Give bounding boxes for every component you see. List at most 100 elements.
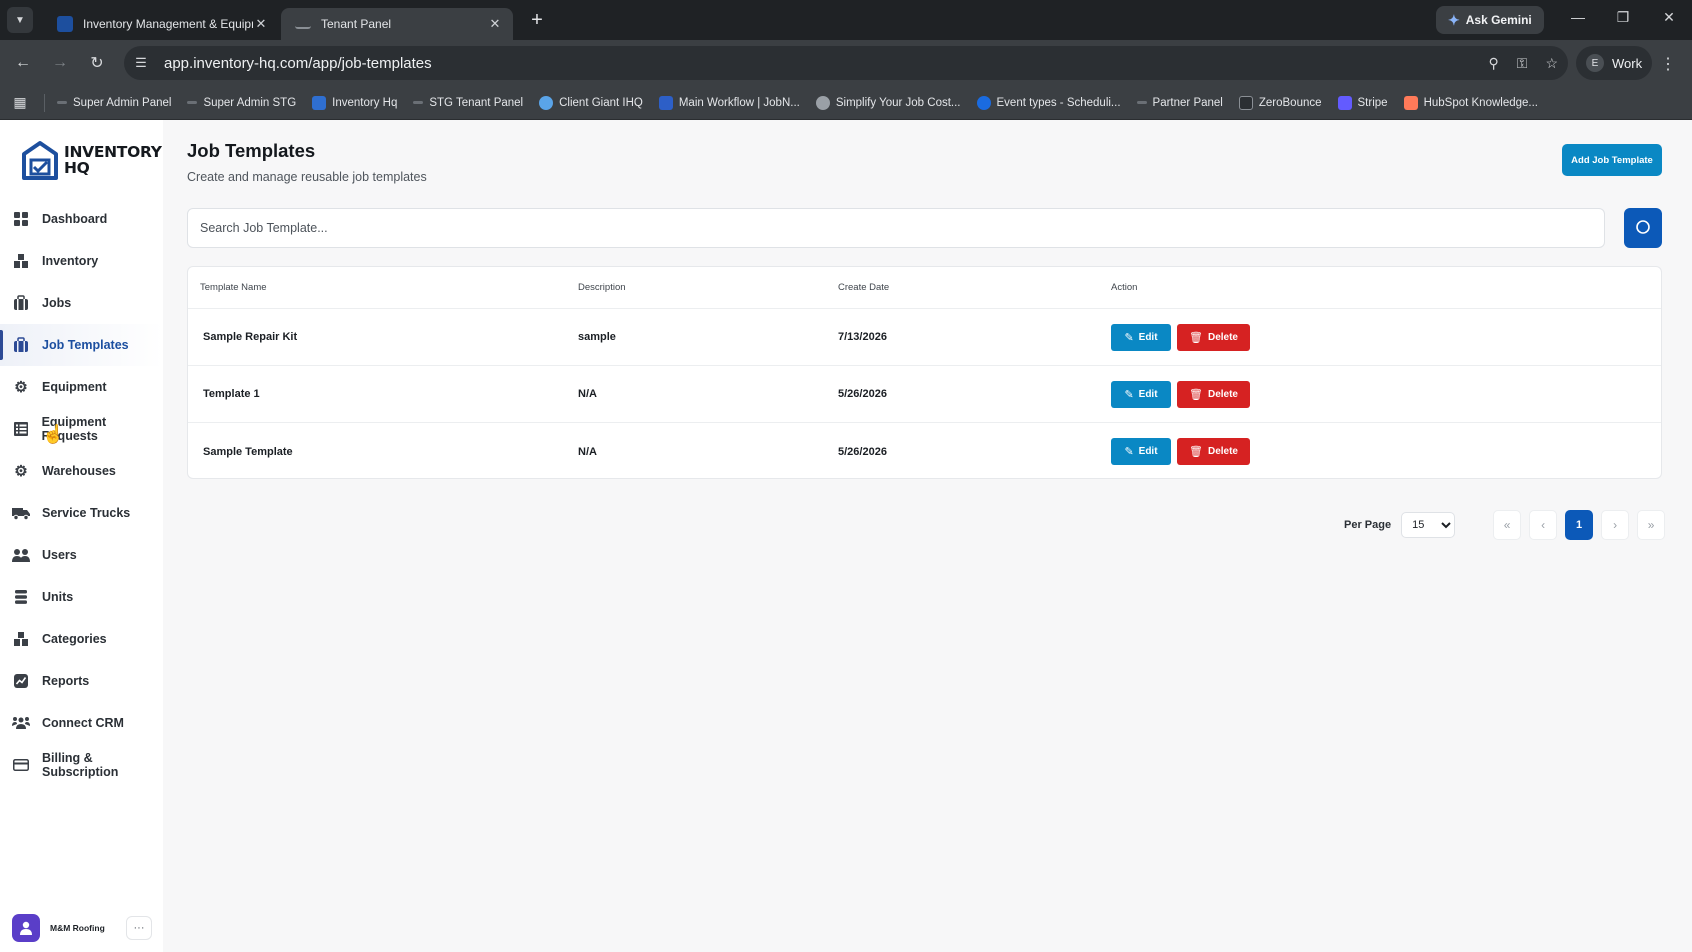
profile-button[interactable]: E Work: [1576, 46, 1653, 80]
bookmark-item[interactable]: Client Giant IHQ: [539, 95, 643, 110]
grid-icon: [12, 210, 30, 228]
edit-pencil-icon: ✎: [1124, 331, 1134, 344]
briefcase-icon: [12, 336, 30, 354]
users-icon: [12, 546, 30, 564]
restore-icon[interactable]: ❐: [1608, 9, 1638, 26]
zoom-icon[interactable]: ⚲: [1489, 55, 1499, 72]
user-menu-button[interactable]: ···: [126, 916, 152, 940]
column-header-create-date: Create Date: [838, 282, 890, 293]
bookmark-label: Inventory Hq: [332, 96, 398, 109]
user-account[interactable]: M&M Roofing ···: [12, 912, 152, 944]
bookmark-item[interactable]: Simplify Your Job Cost...: [815, 95, 961, 110]
bookmark-item[interactable]: ZeroBounce: [1238, 95, 1322, 110]
bookmark-star-icon[interactable]: ☆: [1545, 55, 1558, 72]
bookmark-item[interactable]: Main Workflow | JobN...: [658, 95, 800, 110]
back-arrow-icon[interactable]: ←: [9, 49, 37, 77]
template-name-cell: Sample Repair Kit: [203, 331, 298, 343]
ask-gemini-label: Ask Gemini: [1465, 13, 1532, 27]
browser-toolbar: ← → ↻ ☰ app.inventory-hq.com/app/job-tem…: [0, 40, 1692, 86]
sidebar-item-equipment[interactable]: ⚙ Equipment: [0, 366, 163, 408]
delete-label: Delete: [1207, 446, 1238, 457]
page-1-button[interactable]: 1: [1565, 510, 1594, 540]
sidebar-nav: Dashboard Inventory Jobs Job Templates ⚙…: [0, 198, 163, 786]
ask-gemini-button[interactable]: ✦ Ask Gemini: [1436, 6, 1544, 34]
bookmark-item[interactable]: Stripe: [1337, 95, 1388, 110]
edit-pencil-icon: ✎: [1124, 446, 1134, 458]
delete-button[interactable]: 🗑 Delete: [1177, 438, 1250, 465]
template-name-cell: Template 1: [203, 388, 260, 400]
edit-button[interactable]: ✎ Edit: [1111, 323, 1171, 351]
create-date-cell: 7/13/2026: [838, 331, 887, 343]
trash-icon: 🗑: [1189, 331, 1203, 344]
bookmark-item[interactable]: Partner Panel: [1136, 97, 1223, 109]
sidebar-item-dashboard[interactable]: Dashboard: [0, 198, 163, 240]
browser-tab-tenant-panel[interactable]: Tenant Panel ✕: [281, 8, 513, 40]
sidebar-item-units[interactable]: Units: [0, 576, 163, 618]
password-key-icon[interactable]: ⚿: [1517, 55, 1528, 72]
table-row: Sample Template N/A 5/26/2026 ✎ Edit 🗑 Del…: [188, 423, 1661, 478]
new-tab-plus-icon[interactable]: +: [525, 9, 549, 32]
user-avatar-icon: [12, 914, 40, 942]
address-bar[interactable]: ☰ app.inventory-hq.com/app/job-templates…: [124, 46, 1568, 80]
sidebar-item-jobs[interactable]: Jobs: [0, 282, 163, 324]
bookmark-label: Event types - Scheduli...: [996, 96, 1121, 109]
bookmark-item[interactable]: Super Admin Panel: [57, 97, 171, 109]
sidebar-item-users[interactable]: Users: [0, 534, 163, 576]
sidebar-item-warehouses[interactable]: ⚙ Warehouses: [0, 450, 163, 492]
sidebar-item-inventory[interactable]: Inventory: [0, 240, 163, 282]
search-input[interactable]: [187, 208, 1605, 248]
edit-button[interactable]: ✎ Edit: [1111, 438, 1171, 465]
next-page-button[interactable]: ›: [1601, 510, 1630, 540]
bookmark-label: Main Workflow | JobN...: [678, 96, 800, 109]
action-cell: ✎ Edit 🗑 Delete: [1111, 438, 1250, 465]
sidebar-item-billing[interactable]: Billing & Subscription: [0, 744, 163, 786]
sidebar-item-label: Units: [42, 590, 74, 604]
last-page-button[interactable]: »: [1637, 510, 1666, 540]
close-tab-icon[interactable]: ✕: [253, 16, 269, 32]
prev-page-button[interactable]: ‹: [1529, 510, 1558, 540]
close-tab-icon[interactable]: ✕: [487, 16, 503, 32]
bookmark-item[interactable]: STG Tenant Panel: [413, 97, 523, 109]
close-window-icon[interactable]: ✕: [1654, 9, 1684, 26]
logo-wordmark: INVENTORY HQ: [64, 144, 162, 176]
edit-button[interactable]: ✎ Edit: [1111, 380, 1171, 408]
bookmark-label: STG Tenant Panel: [429, 96, 524, 109]
tab-search-chevron-icon[interactable]: ▼: [7, 7, 33, 33]
bookmark-item[interactable]: Super Admin STG: [187, 97, 296, 109]
search-button[interactable]: [1624, 208, 1662, 248]
edit-pencil-icon: ✎: [1124, 388, 1134, 401]
sidebar-item-label: Billing & Subscription: [42, 751, 119, 779]
sidebar-item-label: Warehouses: [42, 464, 116, 478]
sidebar-item-label: Service Trucks: [42, 506, 131, 520]
apps-grid-icon[interactable]: ▦: [10, 94, 30, 111]
add-job-template-button[interactable]: Add Job Template: [1562, 144, 1662, 176]
boxes-icon: [12, 630, 30, 648]
minimize-icon[interactable]: —: [1563, 9, 1593, 25]
bookmark-item[interactable]: HubSpot Knowledge...: [1403, 95, 1538, 110]
sidebar-item-categories[interactable]: Categories: [0, 618, 163, 660]
sidebar-item-equipment-requests[interactable]: Equipment Requests: [0, 408, 163, 450]
site-settings-icon[interactable]: ☰: [130, 55, 152, 71]
forward-arrow-icon[interactable]: →: [46, 49, 74, 77]
briefcase-icon: [12, 294, 30, 312]
delete-button[interactable]: 🗑 Delete: [1177, 380, 1250, 408]
sidebar-item-connect-crm[interactable]: Connect CRM: [0, 702, 163, 744]
first-page-button[interactable]: «: [1493, 510, 1522, 540]
reload-icon[interactable]: ↻: [83, 49, 111, 77]
per-page-select[interactable]: 15: [1401, 512, 1456, 538]
bookmarks-divider: [44, 93, 45, 112]
inventory-hq-logo[interactable]: INVENTORY HQ: [22, 140, 162, 180]
delete-label: Delete: [1207, 331, 1238, 343]
url-text[interactable]: app.inventory-hq.com/app/job-templates: [164, 55, 432, 72]
sidebar-item-service-trucks[interactable]: Service Trucks: [0, 492, 163, 534]
browser-tab-inventory[interactable]: Inventory Management & Equipm ✕: [43, 8, 279, 40]
warehouse-logo-icon: [22, 140, 58, 180]
browser-menu-icon[interactable]: ⋮: [1660, 54, 1676, 74]
delete-button[interactable]: 🗑 Delete: [1177, 323, 1250, 351]
sidebar-item-reports[interactable]: Reports: [0, 660, 163, 702]
sidebar-item-job-templates[interactable]: Job Templates: [0, 324, 163, 366]
template-name-cell: Sample Template: [203, 445, 293, 458]
page-subtitle: Create and manage reusable job templates: [187, 170, 427, 184]
bookmark-item[interactable]: Inventory Hq: [312, 95, 398, 110]
bookmark-item[interactable]: Event types - Scheduli...: [976, 95, 1121, 110]
